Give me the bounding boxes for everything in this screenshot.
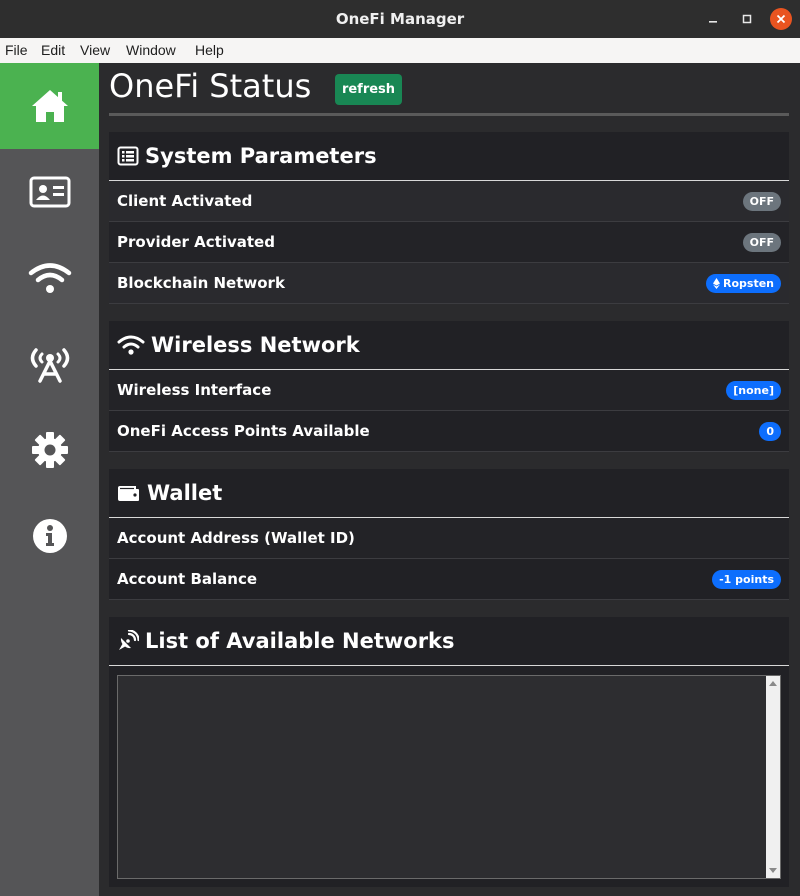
card-title: List of Available Networks (145, 629, 455, 653)
close-button[interactable] (770, 8, 792, 30)
available-networks-card: List of Available Networks (109, 617, 789, 887)
menu-view[interactable]: View (80, 42, 110, 58)
count-badge: 0 (759, 421, 781, 441)
interface-badge: [none] (726, 380, 781, 400)
row-label: Provider Activated (117, 233, 275, 251)
menu-file[interactable]: File (5, 42, 28, 58)
card-header: List of Available Networks (109, 617, 789, 666)
table-row: Blockchain Network Ropsten (109, 263, 789, 304)
window-title: OneFi Manager (335, 10, 465, 28)
card-title: System Parameters (145, 144, 377, 168)
network-badge: Ropsten (706, 273, 781, 293)
maximize-icon (742, 14, 752, 24)
info-icon (32, 519, 67, 553)
row-label: Account Address (Wallet ID) (117, 529, 355, 547)
minimize-button[interactable] (702, 8, 724, 30)
maximize-button[interactable] (736, 8, 758, 30)
sidebar (0, 63, 99, 896)
sidebar-item-home[interactable] (0, 63, 99, 149)
status-badge: OFF (742, 232, 781, 252)
scroll-up-icon[interactable] (769, 681, 777, 686)
system-parameters-card: System Parameters Client Activated OFF P… (109, 132, 789, 304)
gear-icon (31, 432, 68, 468)
wifi-icon (117, 334, 145, 356)
wallet-card: Wallet Account Address (Wallet ID) Accou… (109, 469, 789, 600)
broadcast-tower-icon (30, 348, 69, 383)
title-divider (109, 113, 789, 116)
wallet-icon (117, 483, 141, 503)
list-scrollbar[interactable] (766, 676, 780, 878)
scroll-down-icon[interactable] (769, 868, 777, 873)
row-label: Client Activated (117, 192, 253, 210)
id-card-icon (29, 176, 70, 208)
table-row: Account Address (Wallet ID) (109, 518, 789, 559)
menu-bar: File Edit View Window Help (0, 38, 800, 63)
card-header: Wallet (109, 469, 789, 518)
main-content: OneFi Status refresh System Parameters C… (99, 63, 800, 896)
refresh-button[interactable]: refresh (335, 74, 402, 105)
minimize-icon (709, 21, 717, 23)
home-icon (31, 90, 68, 122)
table-row: Client Activated OFF (109, 181, 789, 222)
window-titlebar: OneFi Manager (0, 0, 800, 38)
table-row: Provider Activated OFF (109, 222, 789, 263)
row-label: Wireless Interface (117, 381, 272, 399)
row-label: Blockchain Network (117, 274, 285, 292)
network-badge-label: Ropsten (723, 276, 774, 290)
row-label: Account Balance (117, 570, 258, 588)
sidebar-item-provider[interactable] (0, 321, 99, 407)
satellite-dish-icon (117, 630, 139, 652)
sidebar-item-about[interactable] (0, 493, 99, 579)
sidebar-item-wifi[interactable] (0, 235, 99, 321)
page-title: OneFi Status (109, 67, 312, 105)
card-header: Wireless Network (109, 321, 789, 370)
networks-list[interactable] (117, 675, 781, 879)
card-title: Wireless Network (151, 333, 360, 357)
wireless-network-card: Wireless Network Wireless Interface [non… (109, 321, 789, 452)
list-icon (117, 146, 139, 166)
menu-window[interactable]: Window (126, 42, 176, 58)
sidebar-item-account[interactable] (0, 149, 99, 235)
menu-help[interactable]: Help (195, 42, 224, 58)
card-header: System Parameters (109, 132, 789, 181)
sidebar-item-settings[interactable] (0, 407, 99, 493)
card-title: Wallet (147, 481, 223, 505)
ethereum-icon (713, 277, 720, 289)
menu-edit[interactable]: Edit (41, 42, 65, 58)
wifi-icon (28, 263, 71, 293)
balance-badge: -1 points (712, 569, 781, 589)
close-icon (776, 14, 786, 24)
table-row: OneFi Access Points Available 0 (109, 411, 789, 452)
row-label: OneFi Access Points Available (117, 422, 370, 440)
status-badge: OFF (742, 191, 781, 211)
table-row: Wireless Interface [none] (109, 370, 789, 411)
table-row: Account Balance -1 points (109, 559, 789, 600)
